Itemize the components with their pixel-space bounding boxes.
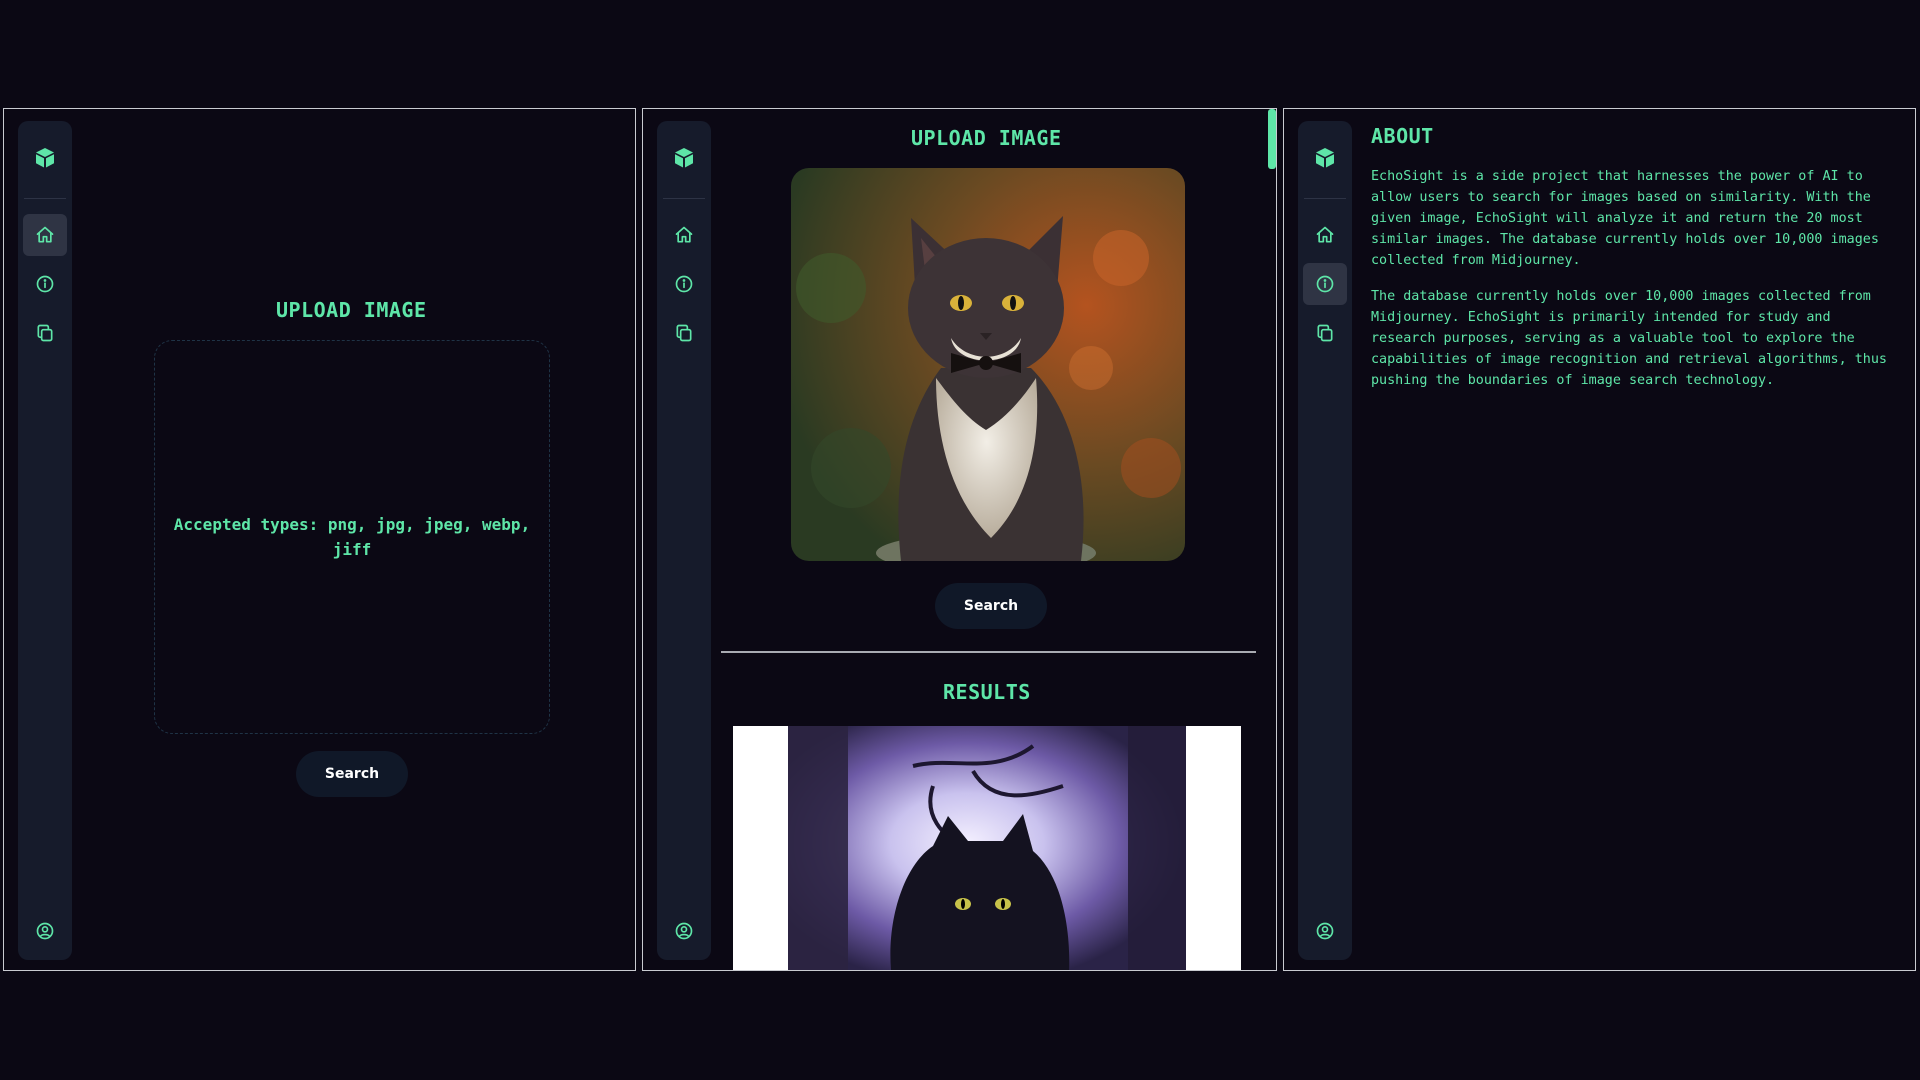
user-circle-icon [675,922,693,940]
cube-logo-icon[interactable] [1308,141,1342,175]
sidebar-item-home[interactable] [23,214,67,256]
sidebar-item-gallery[interactable] [23,312,67,354]
scrollbar-thumb[interactable] [1268,109,1276,169]
sidebar-item-profile[interactable] [23,910,67,952]
sidebar-item-profile[interactable] [662,910,706,952]
upload-screen-results: UPLOAD IMAGE Search RESULTS [642,108,1277,971]
uploaded-image-preview[interactable] [791,168,1185,561]
sidebar-item-about[interactable] [1303,263,1347,305]
sidebar-item-home[interactable] [662,214,706,256]
sidebar-divider [1304,198,1346,199]
info-icon [1316,275,1334,293]
result-image[interactable] [733,726,1241,970]
copy-icon [1317,324,1333,342]
search-button[interactable]: Search [935,583,1047,629]
sidebar-item-gallery[interactable] [662,312,706,354]
sidebar-divider [663,198,705,199]
accepted-types-text: Accepted types: png, jpg, jpeg, webp, ji… [173,515,531,559]
sidebar-divider [24,198,66,199]
info-icon [36,275,54,293]
about-screen: ABOUT EchoSight is a side project that h… [1283,108,1916,971]
sidebar [657,121,711,960]
home-icon [36,226,54,243]
page-title: ABOUT [1371,124,1434,148]
sidebar-item-about[interactable] [662,263,706,305]
sidebar [18,121,72,960]
about-paragraph-1: EchoSight is a side project that harness… [1371,169,1879,268]
sidebar-item-home[interactable] [1303,214,1347,256]
home-icon [675,226,693,243]
user-circle-icon [1316,922,1334,940]
upload-screen-empty: UPLOAD IMAGE Accepted types: png, jpg, j… [3,108,636,971]
user-circle-icon [36,922,54,940]
about-paragraph-2: The database currently holds over 10,000… [1371,289,1887,388]
copy-icon [676,324,692,342]
page-title: UPLOAD IMAGE [911,126,1062,150]
cube-logo-icon[interactable] [28,141,62,175]
sidebar-item-about[interactable] [23,263,67,305]
sidebar-item-gallery[interactable] [1303,312,1347,354]
search-button[interactable]: Search [296,751,408,797]
info-icon [675,275,693,293]
page-title: UPLOAD IMAGE [276,298,427,322]
cube-logo-icon[interactable] [667,141,701,175]
sidebar-item-profile[interactable] [1303,910,1347,952]
home-icon [1316,226,1334,243]
image-dropzone[interactable]: Accepted types: png, jpg, jpeg, webp, ji… [154,340,550,734]
results-title: RESULTS [943,680,1031,704]
copy-icon [37,324,53,342]
sidebar [1298,121,1352,960]
section-divider [721,651,1256,653]
